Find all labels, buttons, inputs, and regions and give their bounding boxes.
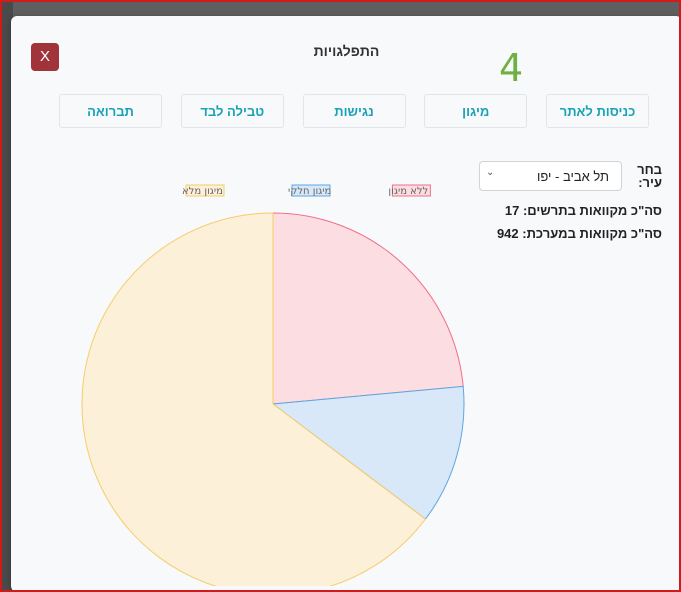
tab-sanitation[interactable]: תברואה [59,94,162,128]
system-total: סה"כ מקוואות במערכת: 942 [496,226,662,241]
pie-chart-area: ללא מיגון מיגון חלקי מיגון מלא [51,166,471,590]
city-select[interactable]: תל אביב - יפו ⌄ [479,161,622,191]
chevron-down-icon: ⌄ [486,167,495,178]
tab-protection[interactable]: מיגון [424,94,528,128]
city-count: 4 [499,46,524,90]
tab-self-immersion[interactable]: טבילה לבד [180,94,284,128]
distribution-modal: X התפלגויות 4 כניסות לאתר מיגון נגישות ט… [11,16,679,590]
pie-chart: ללא מיגון מיגון חלקי מיגון מלא [81,184,465,590]
filter-panel: בחר עיר: תל אביב - יפו ⌄ סה"כ מקוואות בת… [457,161,662,241]
chart-total: סה"כ מקוואות בתרשים: 17 [504,203,662,218]
pie-slice[interactable] [272,212,464,405]
tab-accessibility[interactable]: נגישות [302,94,406,128]
page-frame: X התפלגויות 4 כניסות לאתר מיגון נגישות ט… [0,0,681,592]
legend-label[interactable]: מיגון מלא [182,186,223,197]
tab-site-entries[interactable]: כניסות לאתר [546,94,649,128]
city-select-value: תל אביב - יפו [536,169,609,184]
legend-label[interactable]: מיגון חלקי [288,186,331,197]
legend-label[interactable]: ללא מיגון [388,186,428,197]
category-tabs: כניסות לאתר מיגון נגישות טבילה לבד תברוא… [59,94,649,130]
city-label: בחר עיר: [637,162,662,190]
modal-title: התפלגויות [313,43,380,59]
